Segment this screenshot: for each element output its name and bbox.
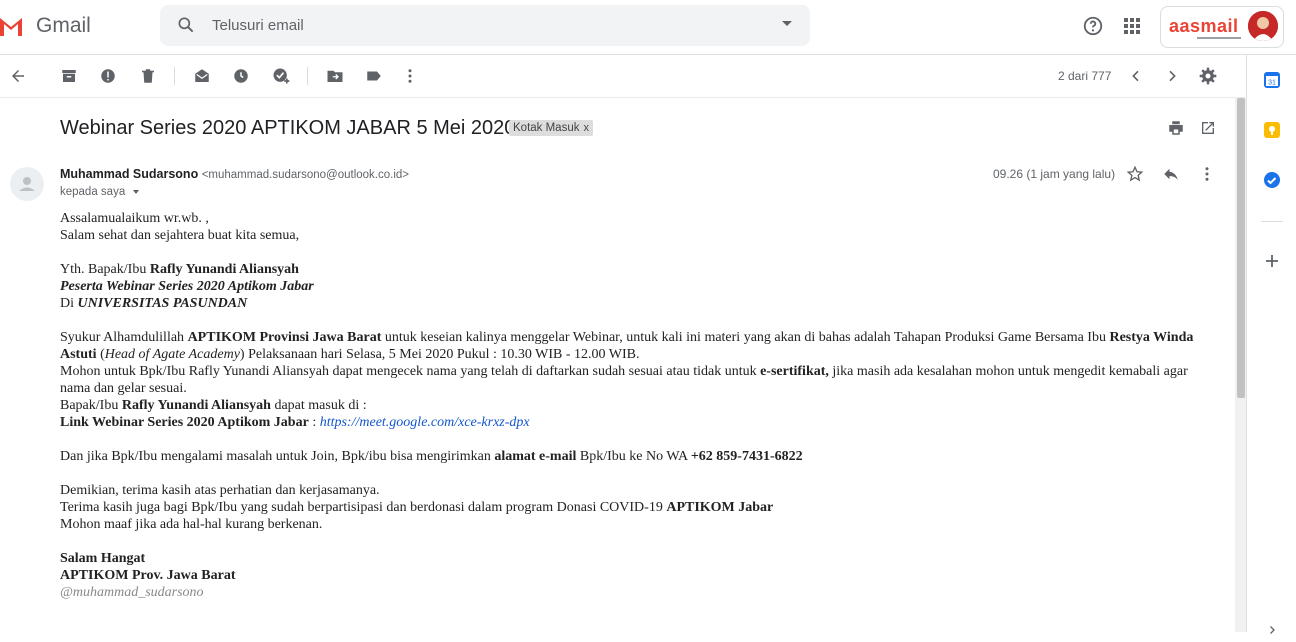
gmail-logo-icon[interactable]: [0, 14, 22, 38]
help-icon[interactable]: [1081, 14, 1105, 38]
signature-line: Salam Hangat: [60, 551, 146, 566]
keep-icon[interactable]: [1264, 122, 1280, 138]
apps-grid-icon[interactable]: [1120, 14, 1144, 38]
body-line: Terima kasih juga bagi Bpk/Ibu yang suda…: [60, 500, 774, 515]
remove-label-button[interactable]: x: [583, 122, 589, 134]
chevron-right-icon[interactable]: [1260, 618, 1284, 642]
label-icon[interactable]: [362, 64, 386, 88]
body-paragraph: Syukur Alhamdulillah APTIKOM Provinsi Ja…: [60, 330, 1194, 362]
person-icon: [19, 177, 35, 191]
pagination-text: 2 dari 777: [1058, 69, 1112, 83]
chevron-right-icon[interactable]: [1160, 64, 1184, 88]
gmail-logo-text[interactable]: Gmail: [36, 14, 91, 38]
brand-text: aasmail: [1169, 16, 1239, 36]
plus-icon[interactable]: [1260, 249, 1284, 273]
inbox-label-text: Kotak Masuk: [513, 122, 580, 134]
email-body: Assalamualaikum wr.wb. , Salam sehat dan…: [60, 210, 1210, 601]
body-line: Salam sehat dan sejahtera buat kita semu…: [60, 228, 300, 243]
email-subject: Webinar Series 2020 APTIKOM JABAR 5 Mei …: [60, 117, 516, 139]
body-line: Yth. Bapak/Ibu Rafly Yunandi Aliansyah: [60, 262, 299, 277]
message-toolbar: 2 dari 777: [0, 55, 1246, 98]
recipient-line[interactable]: kepada saya: [60, 186, 140, 198]
signature-handle: @muhammad_sudarsono: [60, 585, 204, 600]
snooze-icon[interactable]: [229, 64, 253, 88]
scrollbar-thumb[interactable]: [1237, 98, 1245, 398]
body-paragraph: Mohon untuk Bpk/Ibu Rafly Yunandi Alians…: [60, 364, 1188, 396]
sender-avatar[interactable]: [10, 167, 44, 201]
toolbar-divider: [307, 67, 308, 85]
chevron-down-icon[interactable]: [133, 189, 140, 194]
dropdown-caret-icon[interactable]: [782, 21, 792, 26]
search-icon[interactable]: [176, 15, 196, 35]
sender-line: Muhammad Sudarsono <muhammad.sudarsono@o…: [60, 167, 409, 181]
search-input[interactable]: Telusuri email: [212, 17, 304, 34]
chevron-left-icon[interactable]: [1124, 64, 1148, 88]
open-new-window-icon[interactable]: [1196, 116, 1220, 140]
delete-icon[interactable]: [136, 64, 160, 88]
body-line: Dan jika Bpk/Ibu mengalami masalah untuk…: [60, 449, 803, 464]
search-bar[interactable]: Telusuri email: [160, 5, 810, 46]
body-line: Peserta Webinar Series 2020 Aptikom Jaba…: [60, 279, 314, 294]
brand-underline: [1197, 37, 1241, 39]
sender-name[interactable]: Muhammad Sudarsono: [60, 167, 198, 181]
body-line: Bapak/Ibu Rafly Yunandi Aliansyah dapat …: [60, 398, 367, 413]
avatar[interactable]: [1248, 11, 1278, 41]
reply-icon[interactable]: [1159, 162, 1183, 186]
signature-line: APTIKOM Prov. Jawa Barat: [60, 568, 236, 583]
back-arrow-icon[interactable]: [6, 64, 30, 88]
svg-text:31: 31: [1268, 80, 1276, 87]
tasks-icon[interactable]: [1264, 172, 1280, 188]
email-timestamp: 09.26 (1 jam yang lalu): [993, 167, 1116, 181]
message-view: Webinar Series 2020 APTIKOM JABAR 5 Mei …: [0, 98, 1234, 632]
archive-icon[interactable]: [57, 64, 81, 88]
side-divider: [1261, 221, 1283, 222]
sender-email: <muhammad.sudarsono@outlook.co.id>: [201, 169, 409, 181]
mark-unread-icon[interactable]: [190, 64, 214, 88]
print-icon[interactable]: [1164, 116, 1188, 140]
toolbar-divider: [174, 67, 175, 85]
report-spam-icon[interactable]: [96, 64, 120, 88]
recipient-text: kepada saya: [60, 186, 126, 198]
body-line: Demikian, terima kasih atas perhatian da…: [60, 483, 380, 498]
body-line: Assalamualaikum wr.wb. ,: [60, 211, 209, 226]
side-panel: 31: [1246, 55, 1296, 634]
calendar-icon[interactable]: 31: [1264, 72, 1280, 88]
top-bar: Gmail Telusuri email aasmail: [0, 0, 1296, 55]
add-task-icon[interactable]: [269, 64, 293, 88]
settings-gear-icon[interactable]: [1196, 64, 1220, 88]
meeting-link[interactable]: https://meet.google.com/xce-krxz-dpx: [320, 415, 530, 430]
move-to-icon[interactable]: [323, 64, 347, 88]
body-line: Link Webinar Series 2020 Aptikom Jabar :…: [60, 415, 530, 430]
body-line: Di UNIVERSITAS PASUNDAN: [60, 296, 248, 311]
star-icon[interactable]: [1123, 162, 1147, 186]
body-line: Mohon maaf jika ada hal-hal kurang berke…: [60, 517, 323, 532]
more-vert-icon[interactable]: [398, 64, 422, 88]
inbox-label-chip[interactable]: Kotak Masuk x: [509, 120, 593, 136]
more-vert-icon[interactable]: [1195, 162, 1219, 186]
